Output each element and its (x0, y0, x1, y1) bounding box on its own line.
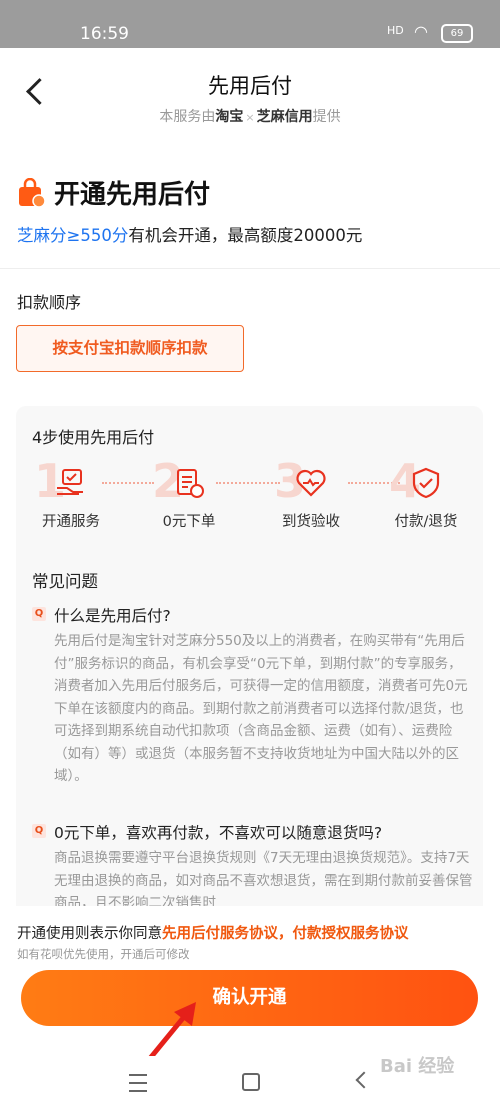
step-item: 1 开通服务 (16, 456, 126, 540)
service-agreement-link[interactable]: 先用后付服务协议 (162, 926, 278, 942)
step-label: 0元下单 (162, 514, 216, 530)
subtitle-prefix: 本服务由 (159, 109, 216, 125)
steps-title: 4步使用先用后付 (32, 428, 155, 447)
step-item: 2 0元下单 (134, 456, 244, 540)
shield-check-icon (412, 467, 440, 499)
agreement-text: 开通使用则表示你同意先用后付服务协议，付款授权服务协议 (17, 922, 409, 943)
faq-title: 常见问题 (32, 572, 98, 591)
step-label: 开通服务 (42, 514, 100, 530)
question-badge: Q (32, 607, 46, 621)
faq-answer: 商品退换需要遵守平台退换货规则《7天无理由退换货规范》。支持7天无理由退换的商品… (54, 850, 473, 911)
agreement-prefix: 开通使用则表示你同意 (17, 926, 162, 942)
payment-authorization-link[interactable]: 付款授权服务协议 (293, 926, 409, 942)
divider (0, 268, 500, 269)
faq-question: 什么是先用后付? (54, 607, 171, 625)
battery-icon: 69 (441, 24, 473, 43)
subtitle-suffix: 提供 (312, 109, 341, 125)
page-subtitle: 本服务由淘宝 × 芝麻信用提供 (0, 106, 500, 126)
shopping-bag-icon (19, 178, 46, 208)
faq-answer: 先用后付是淘宝针对芝麻分550及以上的消费者，在购买带有“先用后付”服务标识的商… (54, 633, 468, 784)
header: 先用后付 本服务由淘宝 × 芝麻信用提供 (0, 48, 500, 138)
faq-item: Q 什么是先用后付? 先用后付是淘宝针对芝麻分550及以上的消费者，在购买带有“… (32, 604, 472, 808)
provider-zhima: 芝麻信用 (256, 109, 313, 125)
system-back-icon[interactable] (355, 1071, 373, 1089)
faq-question: 0元下单，喜欢再付款，不喜欢可以随意退货吗? (54, 824, 383, 842)
bottom-panel: 开通使用则表示你同意先用后付服务协议，付款授权服务协议 如有花呗优先使用，开通后… (0, 906, 500, 1056)
step-item: 3 到货验收 (256, 456, 366, 540)
wifi-icon: ◠ (414, 22, 428, 41)
step-item: 4 付款/退货 (371, 456, 481, 540)
signal-icon: HD (387, 24, 404, 37)
status-bar: 16:59 HD ◠ 69 (0, 0, 500, 48)
payment-order-label: 扣款顺序 (17, 293, 82, 312)
zhima-score-link[interactable]: 芝麻分≥550分 (17, 226, 128, 245)
step-label: 付款/退货 (394, 514, 458, 530)
page-title: 先用后付 (208, 74, 292, 98)
status-time: 16:59 (80, 24, 129, 44)
agreement-comma: ， (278, 926, 293, 942)
steps-faq-card: 4步使用先用后付 1 开通服务 2 0元下单 3 到货验收 4 付款/退货 常见… (16, 406, 483, 926)
confirm-open-button[interactable]: 确认开通 (21, 970, 478, 1026)
separator: × (245, 111, 255, 124)
zhima-info: 芝麻分≥550分有机会开通，最高额度20000元 (17, 222, 362, 246)
step-label: 到货验收 (282, 514, 340, 530)
hand-card-icon (57, 469, 83, 495)
menu-icon[interactable] (129, 1074, 147, 1092)
provider-taobao: 淘宝 (215, 109, 244, 125)
question-badge: Q (32, 824, 46, 838)
order-icon (177, 469, 204, 498)
watermark: Bai 经验 (380, 1056, 455, 1077)
zhima-info-text: 有机会开通，最高额度20000元 (128, 226, 363, 245)
huabei-hint: 如有花呗优先使用，开通后可修改 (17, 947, 190, 961)
payment-order-button[interactable]: 按支付宝扣款顺序扣款 (16, 325, 244, 372)
heart-icon (296, 469, 326, 497)
home-icon[interactable] (242, 1073, 260, 1091)
